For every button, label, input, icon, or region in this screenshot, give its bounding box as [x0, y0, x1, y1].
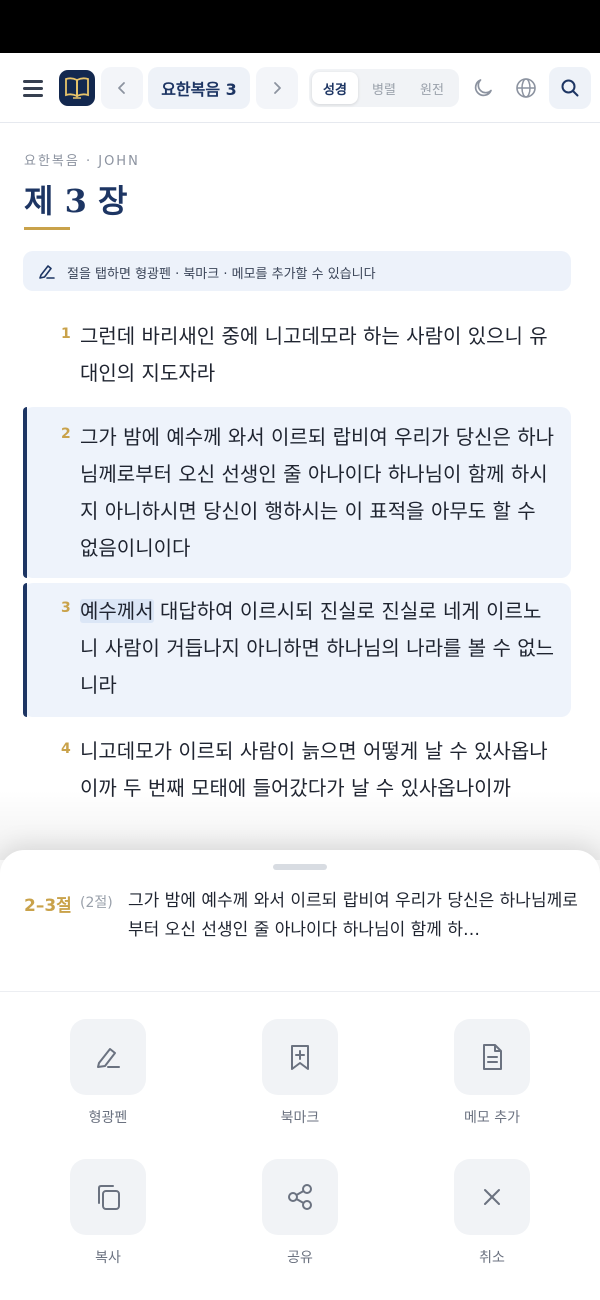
share-button[interactable]: 공유	[240, 1159, 360, 1279]
selection-range: 2–3절	[24, 896, 72, 916]
divider	[0, 991, 600, 992]
add-note-button[interactable]: 메모 추가	[432, 1019, 552, 1139]
title-underline	[24, 227, 70, 230]
chapter-title: 제 3 장	[24, 182, 128, 220]
chevron-right-icon	[274, 82, 281, 94]
search-icon	[561, 79, 579, 97]
note-icon	[483, 1044, 502, 1070]
verse-2[interactable]: 2 그가 밤에 예수께 와서 이르되 랍비여 우리가 당신은 하나님께로부터 오…	[23, 407, 571, 578]
verse-number: 4	[61, 741, 71, 757]
close-icon	[484, 1189, 500, 1205]
action-label: 형광펜	[88, 1110, 128, 1126]
chevron-left-icon	[118, 82, 125, 94]
verse-1[interactable]: 1 그런데 바리새인 중에 니고데모라 하는 사람이 있으니 유대인의 지도자라	[23, 312, 571, 398]
book-logo-icon	[65, 77, 89, 99]
menu-icon-line	[23, 87, 43, 90]
action-label: 취소	[479, 1250, 505, 1266]
highlighter-tile	[70, 1019, 146, 1095]
selection-count: (2절)	[80, 895, 113, 911]
selection-preview: 그가 밤에 예수께 와서 이르되 랍비여 우리가 당신은 하나님께로부터 오신 …	[128, 891, 578, 940]
verse-text: 그가 밤에 예수께 와서 이르되 랍비여 우리가 당신은 하나님께로부터 오신 …	[80, 425, 555, 560]
sheet-drag-handle[interactable]	[273, 864, 327, 870]
verse-number: 1	[61, 326, 71, 342]
language-button[interactable]	[509, 71, 543, 105]
bookmark-button[interactable]: 북마크	[240, 1019, 360, 1139]
share-icon	[288, 1184, 312, 1210]
tab-parallel[interactable]: 병렬	[361, 72, 407, 104]
verse-number: 2	[61, 426, 71, 442]
book-label: 요한복음 · JOHN	[24, 154, 140, 169]
verse-text: 예수께서 대답하여 이르시되 진실로 진실로 네게 이르노니 사람이 거듭나지 …	[80, 593, 557, 704]
tip-text: 절을 탭하면 형광펜 · 북마크 · 메모를 추가할 수 있습니다	[67, 267, 376, 282]
share-tile	[262, 1159, 338, 1235]
tab-bible[interactable]: 성경	[312, 72, 358, 104]
highlighter-icon	[97, 1048, 120, 1068]
translation-mode-segmented-control: 성경 병렬 원전	[309, 69, 459, 107]
bookmark-add-icon	[291, 1045, 309, 1070]
highlighter-icon	[39, 265, 55, 279]
dark-mode-button[interactable]	[466, 71, 500, 105]
verse-3[interactable]: 3 예수께서 대답하여 이르시되 진실로 진실로 네게 이르노니 사람이 거듭나…	[23, 583, 571, 717]
search-button[interactable]	[549, 67, 591, 109]
note-tile	[454, 1019, 530, 1095]
verse-action-sheet: 2–3절 (2절) 그가 밤에 예수께 와서 이르되 랍비여 우리가 당신은 하…	[0, 850, 600, 1300]
next-chapter-button[interactable]	[256, 67, 298, 109]
copy-button[interactable]: 복사	[48, 1159, 168, 1279]
chapter-selector[interactable]: 요한복음 3	[148, 67, 250, 109]
prev-chapter-button[interactable]	[101, 67, 143, 109]
cancel-tile	[454, 1159, 530, 1235]
menu-icon	[23, 80, 43, 83]
globe-icon	[516, 78, 536, 98]
verse-text: 그런데 바리새인 중에 니고데모라 하는 사람이 있으니 유대인의 지도자라	[80, 324, 548, 385]
action-label: 메모 추가	[464, 1110, 520, 1126]
moon-icon	[474, 79, 492, 97]
bookmark-tile	[262, 1019, 338, 1095]
action-label: 공유	[287, 1250, 313, 1266]
highlighter-button[interactable]: 형광펜	[48, 1019, 168, 1139]
menu-button[interactable]	[20, 75, 46, 101]
tip-banner: 절을 탭하면 형광펜 · 북마크 · 메모를 추가할 수 있습니다	[23, 251, 571, 291]
cancel-button[interactable]: 취소	[432, 1159, 552, 1279]
verse-number: 3	[61, 600, 71, 616]
app-logo[interactable]	[59, 70, 95, 106]
status-bar	[0, 0, 600, 53]
copy-icon	[98, 1185, 120, 1210]
highlighted-word: 예수께서	[80, 599, 154, 623]
action-label: 복사	[95, 1250, 121, 1266]
tab-original[interactable]: 원전	[409, 72, 455, 104]
copy-tile	[70, 1159, 146, 1235]
menu-icon-line	[23, 94, 43, 97]
action-label: 북마크	[280, 1110, 320, 1126]
top-app-bar: 요한복음 3 성경 병렬 원전	[0, 53, 600, 123]
